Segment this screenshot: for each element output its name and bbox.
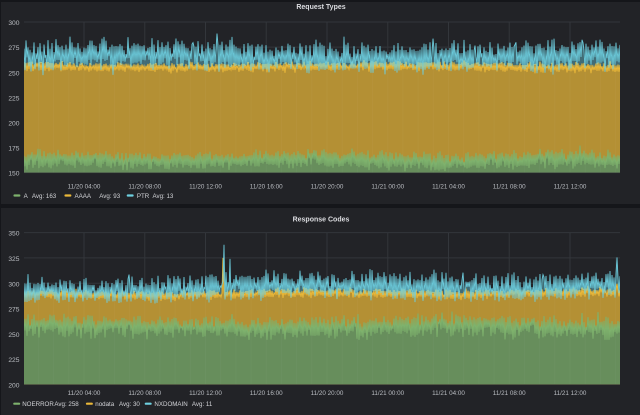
svg-text:11/20 12:00: 11/20 12:00 bbox=[189, 390, 222, 397]
svg-text:200: 200 bbox=[8, 121, 19, 128]
svg-text:NXDOMAIN: NXDOMAIN bbox=[154, 401, 187, 408]
svg-text:350: 350 bbox=[8, 231, 19, 238]
svg-text:Response Codes: Response Codes bbox=[293, 216, 350, 223]
svg-text:11/20 20:00: 11/20 20:00 bbox=[311, 184, 344, 191]
svg-text:11/21 00:00: 11/21 00:00 bbox=[371, 390, 404, 397]
svg-text:175: 175 bbox=[8, 146, 19, 153]
svg-text:11/21 04:00: 11/21 04:00 bbox=[432, 390, 465, 397]
svg-text:150: 150 bbox=[8, 171, 19, 178]
svg-text:Avg: 13: Avg: 13 bbox=[153, 193, 174, 200]
svg-text:11/21 04:00: 11/21 04:00 bbox=[432, 184, 465, 191]
svg-text:250: 250 bbox=[8, 70, 19, 77]
svg-text:225: 225 bbox=[8, 357, 19, 364]
svg-text:11/20 04:00: 11/20 04:00 bbox=[68, 390, 101, 397]
svg-text:11/20 20:00: 11/20 20:00 bbox=[311, 390, 344, 397]
svg-text:NOERROR: NOERROR bbox=[22, 401, 54, 408]
svg-text:11/21 12:00: 11/21 12:00 bbox=[554, 390, 587, 397]
svg-text:11/20 08:00: 11/20 08:00 bbox=[128, 390, 161, 397]
svg-text:275: 275 bbox=[8, 45, 19, 52]
svg-text:Request Types: Request Types bbox=[296, 4, 345, 11]
svg-text:325: 325 bbox=[8, 256, 19, 263]
svg-text:11/20 12:00: 11/20 12:00 bbox=[189, 184, 222, 191]
svg-text:250: 250 bbox=[8, 332, 19, 339]
svg-text:300: 300 bbox=[8, 281, 19, 288]
svg-text:nodata: nodata bbox=[95, 401, 114, 408]
svg-text:11/20 16:00: 11/20 16:00 bbox=[250, 184, 283, 191]
svg-text:11/20 16:00: 11/20 16:00 bbox=[250, 390, 283, 397]
svg-text:225: 225 bbox=[8, 95, 19, 102]
svg-text:275: 275 bbox=[8, 307, 19, 314]
svg-text:AAAA: AAAA bbox=[75, 193, 92, 200]
svg-text:11/21 00:00: 11/21 00:00 bbox=[371, 184, 404, 191]
svg-text:11/21 08:00: 11/21 08:00 bbox=[493, 184, 526, 191]
svg-text:Avg: 258: Avg: 258 bbox=[54, 401, 79, 408]
svg-text:11/20 08:00: 11/20 08:00 bbox=[128, 184, 161, 191]
svg-text:Avg: 163: Avg: 163 bbox=[32, 193, 57, 200]
svg-text:11/21 12:00: 11/21 12:00 bbox=[554, 184, 587, 191]
svg-text:Avg: 93: Avg: 93 bbox=[99, 193, 120, 200]
svg-text:200: 200 bbox=[8, 383, 19, 390]
svg-text:11/20 04:00: 11/20 04:00 bbox=[68, 184, 101, 191]
svg-text:11/21 08:00: 11/21 08:00 bbox=[493, 390, 526, 397]
svg-text:Avg: 11: Avg: 11 bbox=[192, 401, 213, 408]
svg-text:Avg: 30: Avg: 30 bbox=[119, 401, 140, 408]
svg-text:PTR: PTR bbox=[137, 193, 150, 200]
svg-text:300: 300 bbox=[8, 20, 19, 27]
